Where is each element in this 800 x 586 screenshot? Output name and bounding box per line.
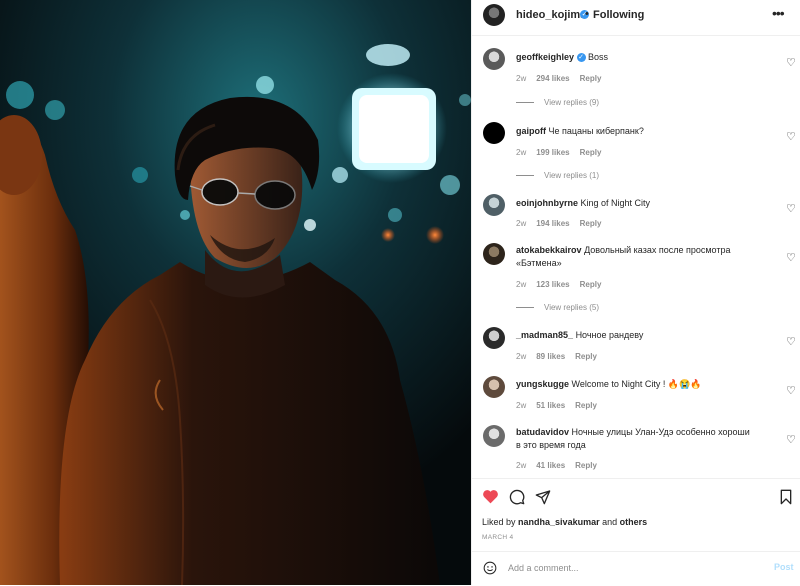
- comment-username[interactable]: atokabekkairov: [516, 245, 582, 255]
- reply-button[interactable]: Reply: [575, 352, 597, 361]
- comment-age: 2w: [516, 401, 527, 410]
- comment-meta: 2w 294 likes Reply: [516, 74, 611, 83]
- post-header: hideo_kojima ✓ • Following •••: [472, 0, 800, 36]
- comment-age: 2w: [516, 219, 527, 228]
- following-button[interactable]: Following: [593, 9, 644, 21]
- separator-dot: •: [585, 8, 589, 20]
- comment-meta: 2w 194 likes Reply: [516, 219, 611, 228]
- view-replies-button[interactable]: View replies (5): [516, 303, 599, 312]
- view-replies-line: [516, 102, 534, 104]
- comment-icon[interactable]: [509, 489, 525, 505]
- comment-meta: 2w 51 likes Reply: [516, 401, 607, 410]
- comment-like-heart-icon[interactable]: ♡: [786, 384, 796, 397]
- comment-like-heart-icon[interactable]: ♡: [786, 130, 796, 143]
- reply-button[interactable]: Reply: [580, 148, 602, 157]
- reply-button[interactable]: Reply: [575, 401, 597, 410]
- liked-by-user[interactable]: nandha_sivakumar: [518, 517, 600, 527]
- add-comment-bar: Post: [472, 551, 800, 586]
- view-replies-line: [516, 175, 534, 177]
- view-replies-label: View replies (5): [544, 303, 599, 312]
- comment-age: 2w: [516, 352, 527, 361]
- comments-list[interactable]: geoffkeighley ✓ Boss 2w 294 likes Reply ♡ …: [472, 36, 800, 478]
- reply-button[interactable]: Reply: [575, 461, 597, 470]
- liked-by-and: and: [602, 517, 618, 527]
- more-options-icon[interactable]: •••: [772, 5, 785, 21]
- commenter-avatar[interactable]: [483, 194, 505, 216]
- commenter-avatar[interactable]: [483, 122, 505, 144]
- bookmark-icon[interactable]: [779, 489, 793, 505]
- comment-likes[interactable]: 41 likes: [536, 461, 565, 470]
- comment-text: King of Night City: [580, 198, 651, 208]
- comment-age: 2w: [516, 280, 527, 289]
- comment-text: Ночное рандеву: [575, 330, 644, 340]
- comment-like-heart-icon[interactable]: ♡: [786, 202, 796, 215]
- comment-likes[interactable]: 199 likes: [536, 148, 569, 157]
- post-actions: Liked by nandha_sivakumar and others MAR…: [472, 478, 800, 585]
- night-city-portrait-image: [0, 0, 471, 585]
- comment-age: 2w: [516, 74, 527, 83]
- verified-badge-icon: ✓: [576, 53, 586, 63]
- view-replies-label: View replies (9): [544, 98, 599, 107]
- post-comment-button[interactable]: Post: [774, 562, 794, 572]
- comment-age: 2w: [516, 148, 527, 157]
- comment-username[interactable]: _madman85_: [516, 330, 573, 340]
- heart-filled-icon[interactable]: [482, 489, 499, 504]
- liked-by-prefix: Liked by: [482, 517, 516, 527]
- comment-likes[interactable]: 294 likes: [536, 74, 569, 83]
- post-date[interactable]: MARCH 4: [482, 534, 513, 541]
- liked-by-text: Liked by nandha_sivakumar and others: [482, 517, 647, 527]
- comment-meta: 2w 89 likes Reply: [516, 352, 607, 361]
- comment-like-heart-icon[interactable]: ♡: [786, 433, 796, 446]
- comment-likes[interactable]: 89 likes: [536, 352, 565, 361]
- comment-age: 2w: [516, 461, 527, 470]
- liked-by-others[interactable]: others: [620, 517, 648, 527]
- comment-likes[interactable]: 194 likes: [536, 219, 569, 228]
- comment-username[interactable]: yungskugge: [516, 379, 569, 389]
- commenter-avatar[interactable]: [483, 48, 505, 70]
- comment-text: Boss: [588, 52, 609, 62]
- comment-input[interactable]: [508, 560, 748, 576]
- comment-likes[interactable]: 51 likes: [536, 401, 565, 410]
- commenter-avatar[interactable]: [483, 243, 505, 265]
- view-replies-line: [516, 307, 534, 309]
- comment-meta: 2w 41 likes Reply: [516, 461, 607, 470]
- comment-like-heart-icon[interactable]: ♡: [786, 335, 796, 348]
- comment-like-heart-icon[interactable]: ♡: [786, 251, 796, 264]
- comment-username[interactable]: geoffkeighley: [516, 52, 574, 62]
- view-replies-button[interactable]: View replies (1): [516, 171, 599, 180]
- share-icon[interactable]: [535, 489, 551, 505]
- commenter-avatar[interactable]: [483, 327, 505, 349]
- comment-username[interactable]: batudavidov: [516, 427, 569, 437]
- comment-username[interactable]: gaipoff: [516, 126, 546, 136]
- reply-button[interactable]: Reply: [580, 219, 602, 228]
- view-replies-label: View replies (1): [544, 171, 599, 180]
- reply-button[interactable]: Reply: [580, 74, 602, 83]
- view-replies-button[interactable]: View replies (9): [516, 98, 599, 107]
- post-sidebar: hideo_kojima ✓ • Following ••• geoffkeig…: [471, 0, 800, 585]
- reply-button[interactable]: Reply: [580, 280, 602, 289]
- commenter-avatar[interactable]: [483, 376, 505, 398]
- comment-meta: 2w 123 likes Reply: [516, 280, 611, 289]
- commenter-avatar[interactable]: [483, 425, 505, 447]
- comment-meta: 2w 199 likes Reply: [516, 148, 611, 157]
- comment-text: Че пацаны киберпанк?: [548, 126, 644, 136]
- emoji-icon[interactable]: [483, 561, 497, 575]
- author-username[interactable]: hideo_kojima: [516, 9, 586, 21]
- post-photo[interactable]: [0, 0, 471, 585]
- comment-likes[interactable]: 123 likes: [536, 280, 569, 289]
- author-avatar[interactable]: [483, 4, 505, 26]
- comment-like-heart-icon[interactable]: ♡: [786, 56, 796, 69]
- comment-username[interactable]: eoinjohnbyrne: [516, 198, 578, 208]
- comment-text: Welcome to Night City ! 🔥😭🔥: [571, 379, 702, 389]
